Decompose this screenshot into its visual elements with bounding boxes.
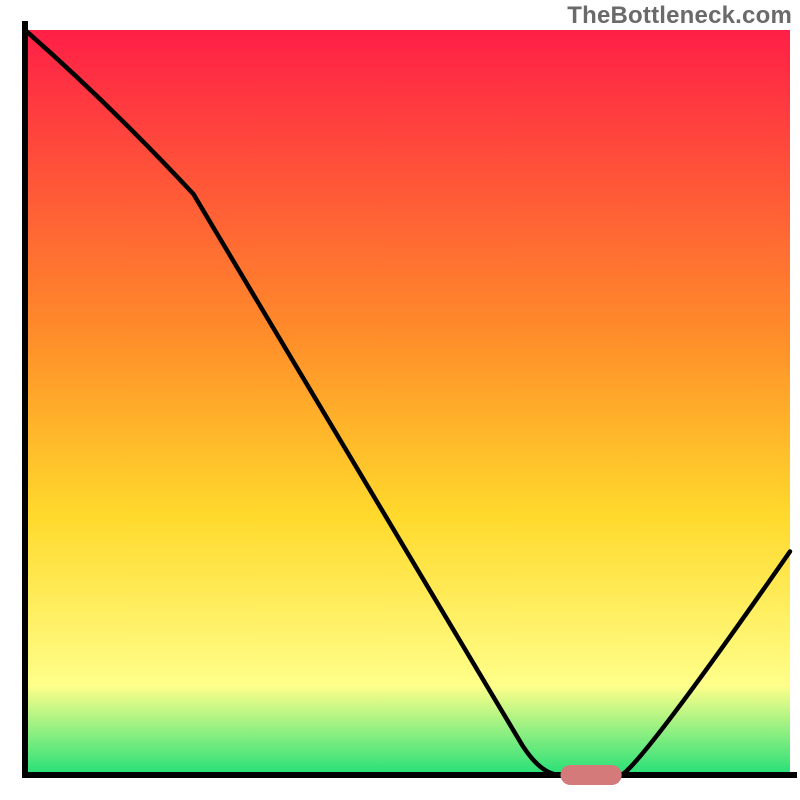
plot-background bbox=[25, 30, 790, 775]
chart-svg bbox=[0, 0, 800, 800]
watermark-text: TheBottleneck.com bbox=[567, 2, 792, 30]
optimal-marker bbox=[561, 765, 622, 785]
bottleneck-chart: TheBottleneck.com bbox=[0, 0, 800, 800]
